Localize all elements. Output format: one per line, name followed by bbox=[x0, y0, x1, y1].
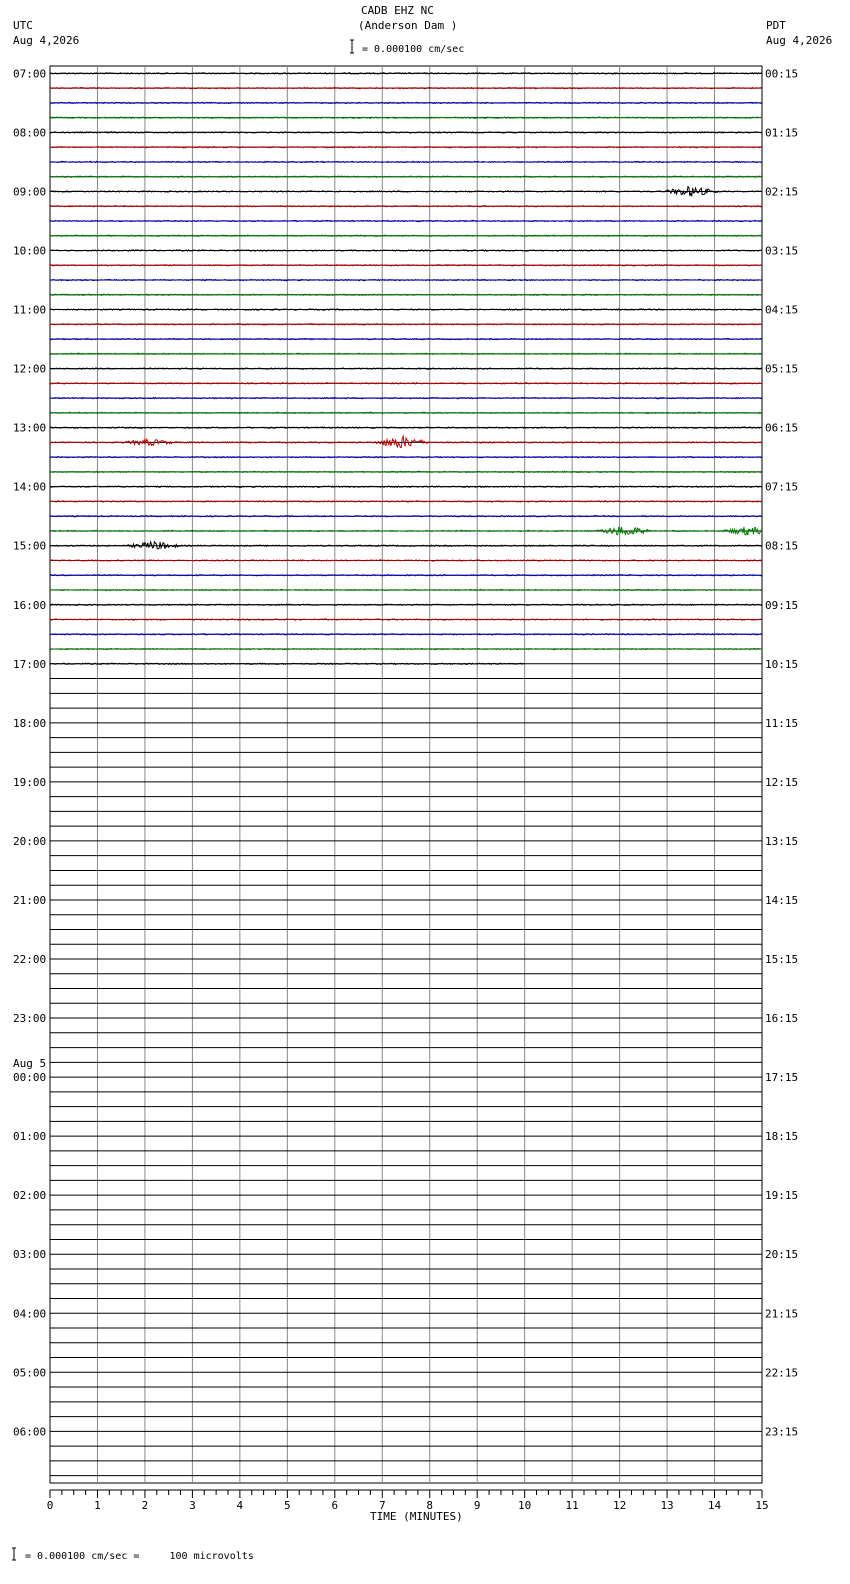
pdt-hour-label: 11:15 bbox=[765, 717, 798, 730]
footer-scale-note: = 0.000100 cm/sec = 100 microvolts bbox=[25, 1551, 254, 1562]
pdt-hour-label: 16:15 bbox=[765, 1012, 798, 1025]
x-tick-label: 13 bbox=[660, 1499, 673, 1512]
utc-hour-label: 10:00 bbox=[13, 245, 46, 258]
utc-hour-label: 05:00 bbox=[13, 1366, 46, 1379]
pdt-hour-label: 21:15 bbox=[765, 1307, 798, 1320]
utc-hour-label: 18:00 bbox=[13, 717, 46, 730]
pdt-hour-label: 01:15 bbox=[765, 126, 798, 139]
utc-hour-label: 17:00 bbox=[13, 658, 46, 671]
x-tick-label: 2 bbox=[142, 1499, 149, 1512]
utc-hour-label: 23:00 bbox=[13, 1012, 46, 1025]
utc-hour-label: 19:00 bbox=[13, 776, 46, 789]
utc-hour-label: 08:00 bbox=[13, 126, 46, 139]
seismic-trace bbox=[49, 540, 763, 550]
pdt-hour-label: 03:15 bbox=[765, 245, 798, 258]
x-tick-label: 14 bbox=[708, 1499, 722, 1512]
x-tick-label: 0 bbox=[47, 1499, 54, 1512]
x-axis-label: TIME (MINUTES) bbox=[370, 1510, 463, 1523]
seismic-trace bbox=[49, 526, 763, 536]
pdt-hour-label: 20:15 bbox=[765, 1248, 798, 1261]
utc-hour-label: 03:00 bbox=[13, 1248, 46, 1261]
helicorder-plot: 07:00 08:00 09:00 10:00 11:00 12:00 13:00 14:00… bbox=[12, 39, 798, 1561]
utc-hour-label: 09:00 bbox=[13, 185, 46, 198]
pdt-hour-label: 09:15 bbox=[765, 599, 798, 612]
utc-hour-label: 22:00 bbox=[13, 953, 46, 966]
utc-hour-label: 15:00 bbox=[13, 540, 46, 553]
pdt-hour-label: 02:15 bbox=[765, 185, 798, 198]
x-tick-label: 11 bbox=[566, 1499, 579, 1512]
footer-scale-icon bbox=[12, 1547, 16, 1561]
x-tick-label: 12 bbox=[613, 1499, 626, 1512]
utc-hour-label: 14:00 bbox=[13, 481, 46, 494]
pdt-hour-label: 13:15 bbox=[765, 835, 798, 848]
utc-date-change-label: Aug 5 bbox=[13, 1057, 46, 1070]
pdt-hour-label: 19:15 bbox=[765, 1189, 798, 1202]
x-tick-label: 9 bbox=[474, 1499, 481, 1512]
pdt-hour-label: 15:15 bbox=[765, 953, 798, 966]
pdt-hour-label: 08:15 bbox=[765, 540, 798, 553]
pdt-hour-label: 00:15 bbox=[765, 67, 798, 80]
x-tick-label: 15 bbox=[755, 1499, 768, 1512]
pdt-hour-label: 07:15 bbox=[765, 481, 798, 494]
scale-bar-icon bbox=[350, 39, 354, 54]
utc-hour-label: 02:00 bbox=[13, 1189, 46, 1202]
utc-hour-label: 01:00 bbox=[13, 1130, 46, 1143]
pdt-hour-label: 22:15 bbox=[765, 1366, 798, 1379]
plot-frame bbox=[49, 65, 763, 1484]
x-tick-label: 10 bbox=[518, 1499, 531, 1512]
pdt-hour-label: 06:15 bbox=[765, 422, 798, 435]
pdt-hour-label: 04:15 bbox=[765, 304, 798, 317]
utc-hour-label: 00:00 bbox=[13, 1071, 46, 1084]
pdt-hour-label: 12:15 bbox=[765, 776, 798, 789]
seismic-trace bbox=[49, 185, 763, 197]
pdt-hour-label: 05:15 bbox=[765, 363, 798, 376]
utc-hour-label: 06:00 bbox=[13, 1425, 46, 1438]
utc-hour-label: 12:00 bbox=[13, 363, 46, 376]
pdt-hour-label: 14:15 bbox=[765, 894, 798, 907]
x-tick-label: 6 bbox=[331, 1499, 338, 1512]
utc-hour-label: 21:00 bbox=[13, 894, 46, 907]
x-tick-label: 1 bbox=[94, 1499, 101, 1512]
utc-hour-label: 11:00 bbox=[13, 304, 46, 317]
pdt-hour-label: 10:15 bbox=[765, 658, 798, 671]
pdt-hour-label: 23:15 bbox=[765, 1425, 798, 1438]
utc-hour-label: 20:00 bbox=[13, 835, 46, 848]
pdt-hour-label: 17:15 bbox=[765, 1071, 798, 1084]
pdt-hour-label: 18:15 bbox=[765, 1130, 798, 1143]
utc-hour-label: 16:00 bbox=[13, 599, 46, 612]
utc-hour-label: 04:00 bbox=[13, 1307, 46, 1320]
x-tick-label: 3 bbox=[189, 1499, 196, 1512]
x-tick-label: 5 bbox=[284, 1499, 291, 1512]
utc-hour-label: 07:00 bbox=[13, 67, 46, 80]
utc-hour-label: 13:00 bbox=[13, 422, 46, 435]
x-tick-label: 4 bbox=[237, 1499, 244, 1512]
